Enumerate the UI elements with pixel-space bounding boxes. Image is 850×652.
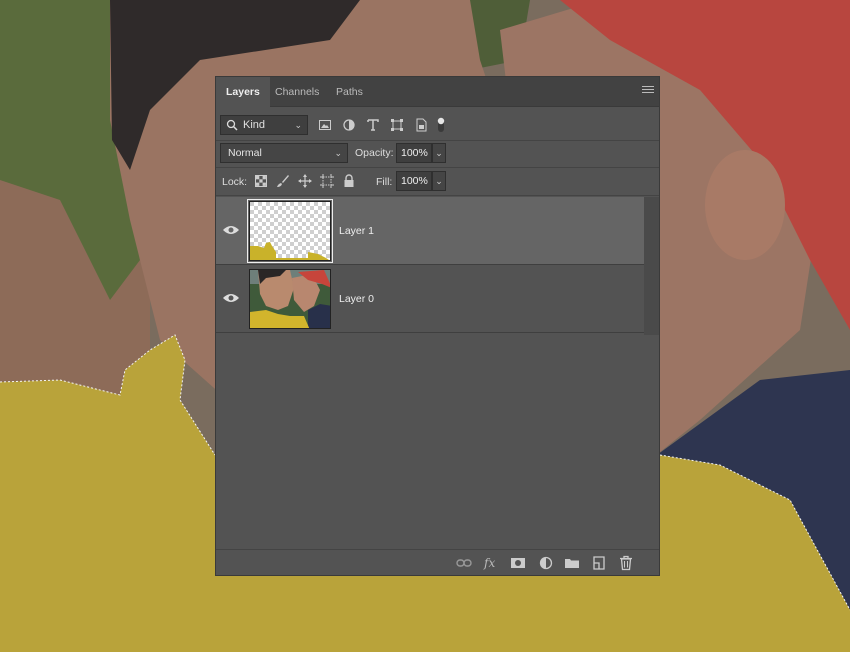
new-group-folder-icon[interactable]: [564, 555, 580, 571]
lock-position-icon[interactable]: [298, 174, 312, 188]
fill-dropdown[interactable]: ⌄: [432, 171, 446, 191]
fill-label: Fill:: [376, 176, 393, 188]
smart-object-filter-icon[interactable]: [414, 118, 428, 132]
blend-row: Normal ⌄ Opacity: 100% ⌄: [216, 142, 659, 166]
filter-kind-select[interactable]: Kind ⌄: [220, 115, 308, 135]
tab-layers[interactable]: Layers: [216, 77, 270, 107]
add-mask-icon[interactable]: [510, 555, 526, 571]
divider: [216, 140, 659, 141]
link-layers-icon[interactable]: [456, 555, 472, 571]
layers-panel: Layers Channels Paths Kind ⌄ Normal ⌄ Op…: [215, 76, 660, 576]
layer-name[interactable]: Layer 0: [339, 293, 374, 305]
blend-mode-select[interactable]: Normal ⌄: [220, 143, 348, 163]
pixel-filter-icon[interactable]: [318, 118, 332, 132]
layer-row-layer-1[interactable]: Layer 1: [216, 197, 644, 265]
layer-style-fx-icon[interactable]: fx: [484, 555, 500, 571]
type-filter-icon[interactable]: [366, 118, 380, 132]
lock-image-pixels-icon[interactable]: [276, 174, 290, 188]
panel-tab-bar: Layers Channels Paths: [216, 77, 659, 107]
adjustment-filter-icon[interactable]: [342, 118, 356, 132]
filter-toggle-icon[interactable]: [436, 116, 446, 134]
lock-label: Lock:: [222, 176, 248, 188]
visibility-eye-icon[interactable]: [222, 223, 240, 237]
shape-filter-icon[interactable]: [390, 118, 404, 132]
lock-all-icon[interactable]: [342, 174, 356, 188]
layers-list: Layer 1 Layer 0: [216, 197, 644, 333]
chevron-down-icon: ⌄: [294, 120, 302, 130]
tab-paths[interactable]: Paths: [326, 77, 373, 107]
layer-thumbnail: [249, 269, 331, 329]
new-layer-icon[interactable]: [591, 555, 607, 571]
blend-mode-value: Normal: [228, 147, 262, 159]
panel-menu-icon[interactable]: [642, 86, 654, 97]
layer-thumbnail: [247, 199, 333, 263]
lock-row: Lock: Fill: 100% ⌄: [216, 170, 659, 194]
tab-channels[interactable]: Channels: [265, 77, 329, 107]
lock-transparent-pixels-icon[interactable]: [254, 174, 268, 188]
search-icon: [226, 119, 238, 131]
visibility-eye-icon[interactable]: [222, 291, 240, 305]
layer-name[interactable]: Layer 1: [339, 225, 374, 237]
opacity-dropdown[interactable]: ⌄: [432, 143, 446, 163]
delete-trash-icon[interactable]: [618, 555, 634, 571]
layer-row-layer-0[interactable]: Layer 0: [216, 265, 644, 333]
filter-kind-label: Kind: [243, 119, 266, 131]
divider: [216, 195, 659, 196]
divider: [216, 167, 659, 168]
chevron-down-icon: ⌄: [334, 148, 342, 158]
adjustment-layer-icon[interactable]: [538, 555, 554, 571]
panel-footer: fx: [216, 549, 659, 575]
opacity-label: Opacity:: [355, 147, 394, 159]
layers-scrollbar[interactable]: [644, 197, 659, 335]
layer-filter-row: Kind ⌄: [216, 113, 659, 139]
opacity-input[interactable]: 100%: [396, 143, 432, 163]
artboard-nesting-icon[interactable]: [320, 174, 334, 188]
fill-input[interactable]: 100%: [396, 171, 432, 191]
